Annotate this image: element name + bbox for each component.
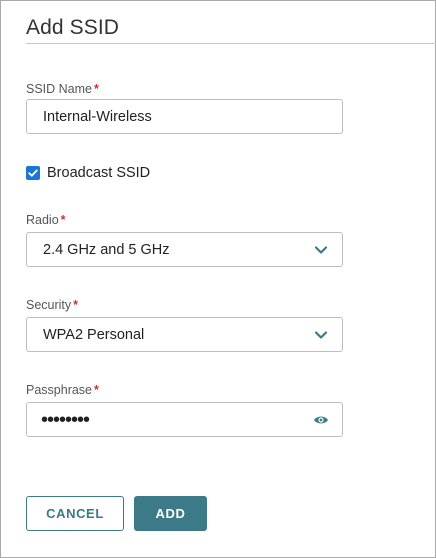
radio-select[interactable]: 2.4 GHz and 5 GHz (26, 232, 343, 267)
broadcast-ssid-checkbox[interactable] (26, 166, 40, 180)
title-divider (26, 43, 436, 44)
passphrase-label-text: Passphrase (26, 383, 93, 397)
ssid-name-input[interactable]: Internal-Wireless (26, 99, 343, 134)
required-marker: * (60, 213, 66, 227)
add-ssid-dialog: Add SSID SSID Name * Internal-Wireless Br… (0, 0, 436, 558)
broadcast-ssid-label: Broadcast SSID (47, 165, 151, 181)
chevron-down-icon[interactable] (314, 329, 328, 341)
add-button[interactable]: ADD (134, 496, 207, 531)
required-marker: * (73, 298, 79, 312)
passphrase-input[interactable]: •••••••• (26, 402, 343, 437)
ssid-name-label-text: SSID Name (26, 82, 92, 96)
broadcast-ssid-row[interactable]: Broadcast SSID (26, 165, 150, 181)
radio-value: 2.4 GHz and 5 GHz (43, 242, 170, 258)
security-label: Security * (26, 298, 78, 312)
dialog-title: Add SSID (26, 16, 120, 39)
passphrase-label: Passphrase * (26, 383, 99, 397)
passphrase-masked-value: •••••••• (41, 409, 90, 431)
cancel-button[interactable]: CANCEL (26, 496, 124, 531)
security-value: WPA2 Personal (43, 327, 145, 343)
radio-label: Radio * (26, 213, 66, 227)
security-select[interactable]: WPA2 Personal (26, 317, 343, 352)
security-label-text: Security (26, 298, 72, 312)
required-marker: * (94, 82, 99, 96)
checkmark-icon (28, 169, 38, 177)
eye-icon[interactable] (313, 414, 329, 426)
required-marker: * (94, 383, 99, 397)
ssid-name-value: Internal-Wireless (43, 109, 152, 125)
radio-label-text: Radio (26, 213, 59, 227)
chevron-down-icon[interactable] (314, 244, 328, 256)
ssid-name-label: SSID Name * (26, 82, 99, 96)
